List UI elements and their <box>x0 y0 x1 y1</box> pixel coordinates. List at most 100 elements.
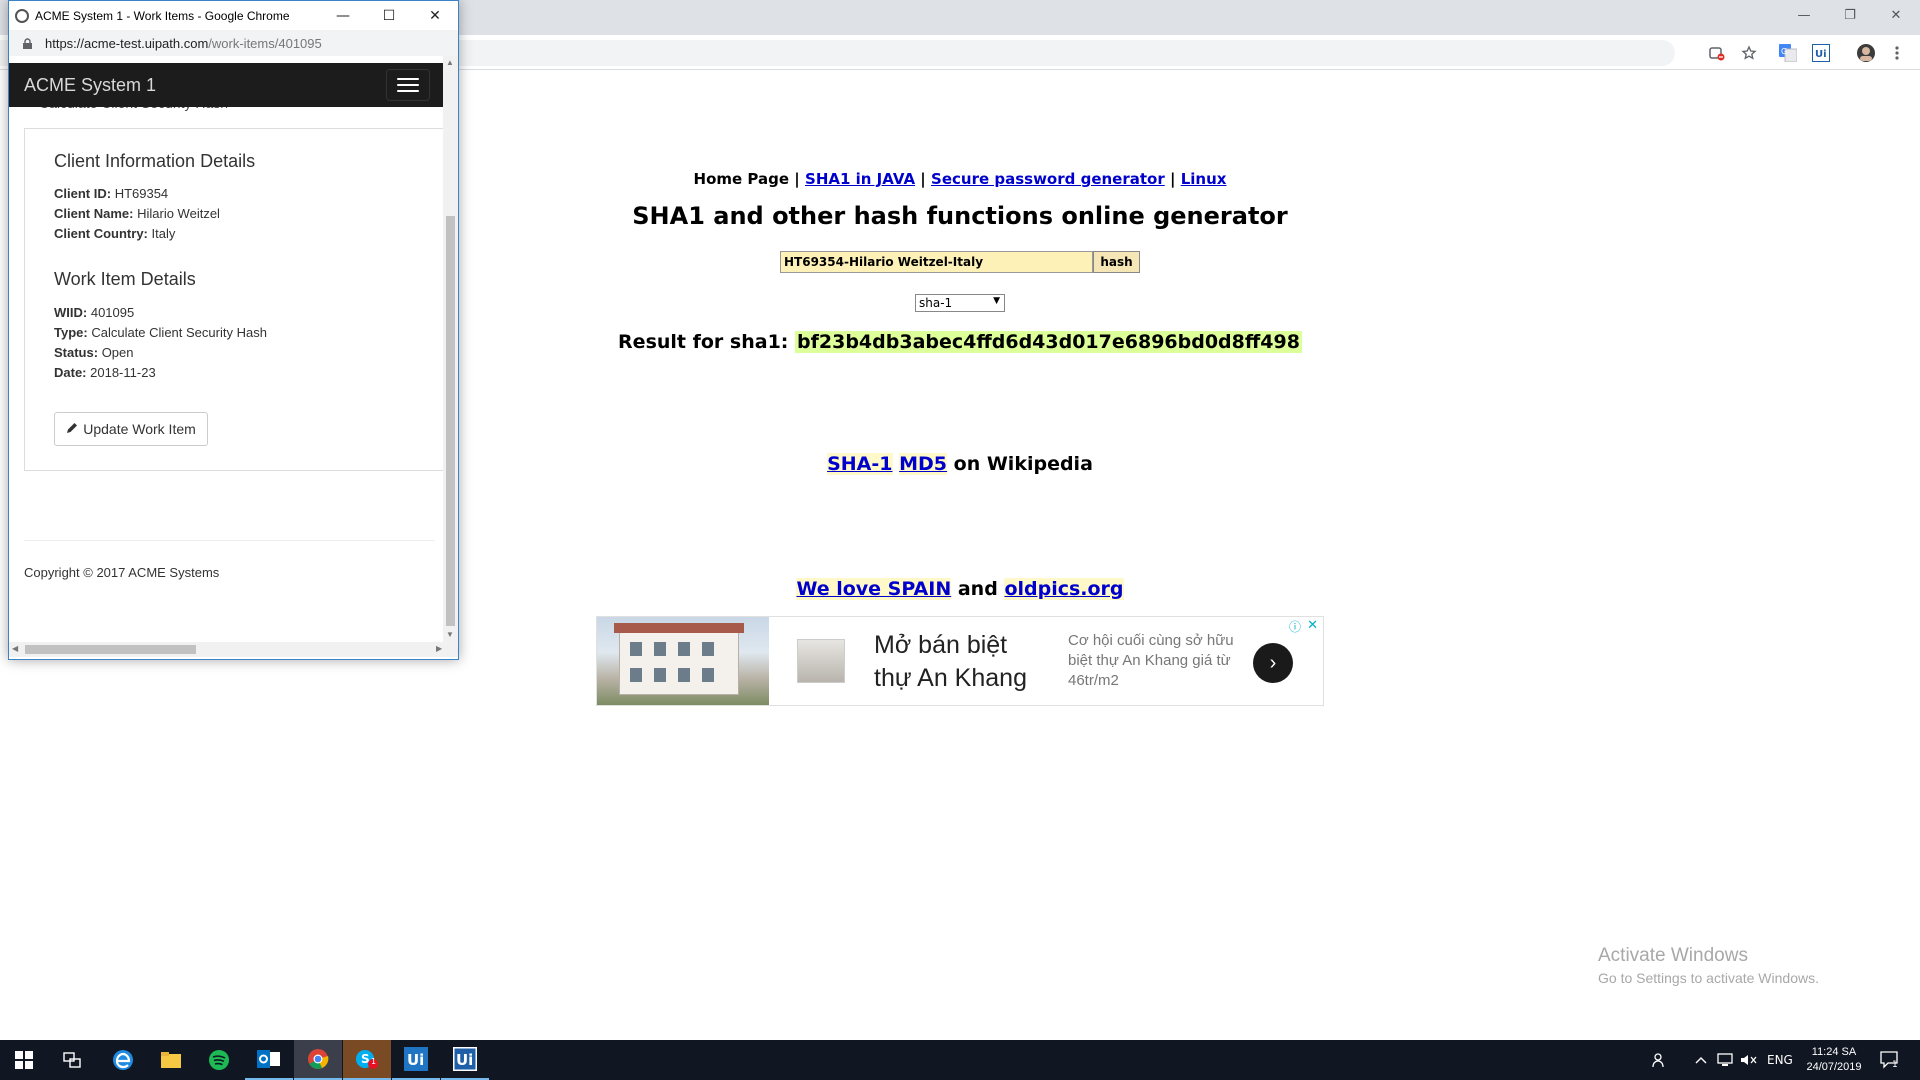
acme-navbar: ACME System 1 <box>9 63 443 107</box>
uipath-robot-icon[interactable]: Ui <box>441 1040 489 1080</box>
ad-info-icon[interactable]: ⓘ <box>1289 618 1301 635</box>
chrome-icon[interactable] <box>294 1040 342 1080</box>
clock-time: 11:24 SA <box>1811 1046 1857 1058</box>
type-label: Type: <box>54 325 88 340</box>
acme-brand[interactable]: ACME System 1 <box>24 75 156 96</box>
villa-window <box>678 668 690 682</box>
result-value: bf23b4db3abec4ffd6d43d017e6896bd0d8ff498 <box>795 331 1302 353</box>
vertical-scrollbar[interactable]: ▲ ▼ <box>443 56 458 642</box>
url-path: /work-items/401095 <box>208 35 322 51</box>
profile-avatar-icon[interactable] <box>1855 42 1877 64</box>
task-view-icon[interactable] <box>48 1040 96 1080</box>
scroll-right-arrow-icon[interactable]: ▶ <box>436 644 442 653</box>
google-translate-icon[interactable]: G <box>1777 42 1799 64</box>
villa-window <box>654 668 666 682</box>
language-indicator[interactable]: ENG <box>1767 1040 1793 1080</box>
wiid-row: WIID: 401095 <box>54 305 134 320</box>
system-clock[interactable]: 11:24 SA 24/07/2019 <box>1800 1045 1868 1075</box>
bg-close-button[interactable]: ✕ <box>1873 0 1919 30</box>
advertisement-banner[interactable]: Mở bán biệt thự An Khang Cơ hội cuối cùn… <box>596 616 1324 706</box>
work-item-heading: Work Item Details <box>54 269 196 289</box>
hash-button[interactable]: hash <box>1093 251 1140 273</box>
result-label: Result for sha1: <box>618 331 789 353</box>
dropdown-arrow-icon: ▼ <box>993 296 1000 306</box>
nav-link-linux[interactable]: Linux <box>1181 170 1227 188</box>
hash-result: Result for sha1: bf23b4db3abec4ffd6d43d0… <box>460 331 1460 353</box>
url-host: https://acme-test.uipath.com <box>45 35 209 51</box>
windows-taskbar: S 1 Ui Ui ENG 11:24 SA 24/07/2019 1 <box>0 1040 1920 1080</box>
link-oldpics[interactable]: oldpics.org <box>1004 578 1124 600</box>
activate-windows-watermark: Activate Windows Go to Settings to activ… <box>1598 945 1819 986</box>
villa-window <box>702 668 714 682</box>
algorithm-select[interactable]: sha-1 ▼ <box>915 294 1005 312</box>
nav-separator: | <box>920 170 926 188</box>
file-explorer-icon[interactable] <box>147 1040 195 1080</box>
link-we-love-spain[interactable]: We love SPAIN <box>796 578 952 600</box>
uipath-extension-icon[interactable]: Ui <box>1810 42 1832 64</box>
type-value: Calculate Client Security Hash <box>91 325 267 340</box>
ad-arrow-button[interactable]: › <box>1253 643 1293 683</box>
page-title: SHA1 and other hash functions online gen… <box>632 202 1288 230</box>
top-nav: Home Page | SHA1 in JAVA | Secure passwo… <box>460 170 1460 188</box>
ad-title-line2: thự An Khang <box>874 664 1027 692</box>
scroll-up-arrow-icon[interactable]: ▲ <box>446 58 454 67</box>
nav-separator: | <box>1169 170 1176 188</box>
bg-minimize-button[interactable]: — <box>1781 0 1827 30</box>
wikipedia-links: SHA-1 MD5 on Wikipedia <box>460 453 1460 475</box>
network-icon[interactable] <box>1716 1040 1734 1080</box>
popup-viewport: Calculate Client Security Hash ACME Syst… <box>9 56 458 659</box>
promo-and-text: and <box>957 578 998 600</box>
hamburger-menu-icon[interactable] <box>386 69 430 101</box>
action-center-icon[interactable]: 1 <box>1880 1040 1898 1080</box>
client-name-value: Hilario Weitzel <box>137 206 220 221</box>
scroll-down-arrow-icon[interactable]: ▼ <box>446 630 454 639</box>
edge-icon[interactable] <box>99 1040 147 1080</box>
bg-restore-button[interactable]: ❐ <box>1827 0 1873 30</box>
date-value: 2018-11-23 <box>90 365 156 380</box>
star-icon[interactable] <box>1738 42 1760 64</box>
update-work-item-button[interactable]: Update Work Item <box>54 412 208 446</box>
popup-minimize-button[interactable]: — <box>320 1 366 30</box>
villa-window <box>630 642 642 656</box>
nav-link-password-generator[interactable]: Secure password generator <box>931 170 1165 188</box>
spotify-icon[interactable] <box>195 1040 243 1080</box>
scroll-left-arrow-icon[interactable]: ◀ <box>12 644 18 653</box>
status-row: Status: Open <box>54 345 134 360</box>
wiid-label: WIID: <box>54 305 88 320</box>
language-label: ENG <box>1767 1053 1793 1067</box>
nav-link-sha1-java[interactable]: SHA1 in JAVA <box>805 170 915 188</box>
horizontal-scroll-thumb[interactable] <box>25 645 196 654</box>
notification-count: 1 <box>1892 1060 1898 1070</box>
watermark-title: Activate Windows <box>1598 945 1748 966</box>
algorithm-selected-value: sha-1 <box>919 296 953 310</box>
client-id-row: Client ID: HT69354 <box>54 186 168 201</box>
popup-address-bar[interactable]: https://acme-test.uipath.com/work-items/… <box>9 30 458 56</box>
client-id-label: Client ID: <box>54 186 112 201</box>
clock-date: 24/07/2019 <box>1806 1061 1862 1073</box>
outlook-icon[interactable] <box>245 1040 293 1080</box>
wiki-link-sha1[interactable]: SHA-1 <box>827 453 893 475</box>
nav-home-text: Home Page <box>693 170 790 188</box>
wiki-link-md5[interactable]: MD5 <box>899 453 948 475</box>
menu-dots-icon[interactable] <box>1886 42 1908 64</box>
windows-start-icon[interactable] <box>0 1040 48 1080</box>
skype-icon[interactable]: S 1 <box>343 1040 391 1080</box>
horizontal-scrollbar[interactable]: ◀ ▶ <box>9 642 458 657</box>
popup-close-button[interactable]: ✕ <box>412 1 458 30</box>
hash-text-input[interactable]: HT69354-Hilario Weitzel-Italy <box>780 251 1093 273</box>
client-info-heading: Client Information Details <box>54 151 256 171</box>
popup-maximize-button[interactable]: ☐ <box>366 1 412 30</box>
update-button-label: Update Work Item <box>83 421 196 437</box>
svg-text:Ui: Ui <box>1815 49 1827 60</box>
nav-separator: | <box>794 170 800 188</box>
watermark-subtitle: Go to Settings to activate Windows. <box>1598 970 1819 986</box>
translate-blocked-icon[interactable] <box>1706 42 1728 64</box>
ad-close-icon[interactable]: ✕ <box>1307 617 1318 633</box>
vertical-scroll-thumb[interactable] <box>446 216 455 626</box>
uipath-studio-icon[interactable]: Ui <box>392 1040 440 1080</box>
people-icon[interactable] <box>1652 1040 1668 1080</box>
client-country-label: Client Country: <box>54 226 148 241</box>
client-id-value: HT69354 <box>114 186 169 201</box>
volume-muted-icon[interactable] <box>1740 1040 1758 1080</box>
show-hidden-icons-chevron-icon[interactable] <box>1695 1040 1707 1080</box>
